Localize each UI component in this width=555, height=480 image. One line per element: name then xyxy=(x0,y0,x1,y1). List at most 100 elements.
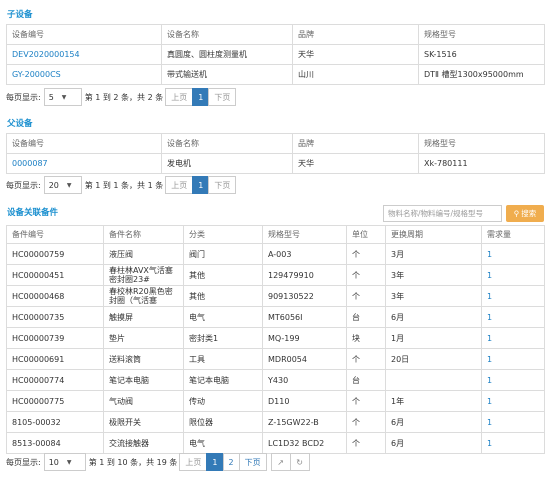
search-button[interactable]: ⚲ 搜索 xyxy=(506,205,544,222)
quantity-link[interactable]: 1 xyxy=(481,411,545,433)
cell: DTⅡ 槽型1300x95000mm xyxy=(418,64,545,85)
page-size-value: 20 xyxy=(48,180,59,190)
refresh-icon[interactable]: ↻ xyxy=(289,453,310,471)
page-1-button[interactable]: 1 xyxy=(192,176,210,194)
cell: Z-15GW22-B xyxy=(262,411,347,433)
quantity-link[interactable]: 1 xyxy=(481,432,545,454)
col-header[interactable]: 设备名称 xyxy=(161,133,293,154)
table-row[interactable]: DEV2020000154 真圆度、圆柱度测量机 天华 SK-1516 xyxy=(6,44,545,65)
cell: Y430 xyxy=(262,369,347,391)
table-row[interactable]: HC00000775 气动阀 传动 D110 个 1年 1 xyxy=(6,390,545,412)
quantity-link[interactable]: 1 xyxy=(481,348,545,370)
col-header[interactable]: 单位 xyxy=(346,225,386,244)
prev-page-button[interactable]: 上页 xyxy=(165,176,194,194)
page-1-button[interactable]: 1 xyxy=(206,453,224,471)
next-page-button[interactable]: 下页 xyxy=(238,453,267,471)
quantity-link[interactable]: 1 xyxy=(481,285,545,307)
table-row[interactable]: HC00000691 送料滚筒 工具 MDR0054 个 20日 1 xyxy=(6,348,545,370)
col-header[interactable]: 设备名称 xyxy=(161,24,293,45)
cell xyxy=(385,369,482,391)
col-header[interactable]: 设备编号 xyxy=(6,133,162,154)
device-code-link[interactable]: 0000087 xyxy=(6,153,162,174)
cell: 发电机 xyxy=(161,153,293,174)
page-size-select[interactable]: 10 ▼ xyxy=(43,453,86,471)
col-header[interactable]: 规格型号 xyxy=(262,225,347,244)
cell: HC00000739 xyxy=(6,327,104,349)
col-header[interactable]: 更换周期 xyxy=(385,225,482,244)
quantity-link[interactable]: 1 xyxy=(481,306,545,328)
export-icon[interactable]: ↗ xyxy=(270,453,291,471)
table-row[interactable]: GY-20000CS 带式输送机 山川 DTⅡ 槽型1300x95000mm xyxy=(6,64,545,85)
quantity-link[interactable]: 1 xyxy=(481,390,545,412)
cell: 传动 xyxy=(183,390,263,412)
cell: 3年 xyxy=(385,264,482,286)
page-size-value: 10 xyxy=(48,457,59,467)
cell: 天华 xyxy=(292,153,419,174)
col-header[interactable]: 规格型号 xyxy=(418,133,545,154)
quantity-link[interactable]: 1 xyxy=(481,243,545,265)
cell: 真圆度、圆柱度测量机 xyxy=(161,44,293,65)
cell: 个 xyxy=(346,285,386,307)
cell: 电气 xyxy=(183,432,263,454)
cell: 块 xyxy=(346,327,386,349)
cell: HC00000775 xyxy=(6,390,104,412)
cell: 春校林R20黑色密封圈（气活塞 xyxy=(103,285,184,307)
table-row[interactable]: 8513-00084 交流接触器 电气 LC1D32 BCD2 个 6月 1 xyxy=(6,432,545,454)
cell: 8513-00084 xyxy=(6,432,104,454)
cell: 个 xyxy=(346,348,386,370)
next-page-button[interactable]: 下页 xyxy=(208,176,237,194)
table-row[interactable]: HC00000759 液压阀 阀门 A-003 个 3月 1 xyxy=(6,243,545,265)
col-header[interactable]: 品牌 xyxy=(292,24,419,45)
table-row[interactable]: HC00000735 触摸屏 电气 MT6056I 台 6月 1 xyxy=(6,306,545,328)
quantity-link[interactable]: 1 xyxy=(481,369,545,391)
cell: 3年 xyxy=(385,285,482,307)
cell: 工具 xyxy=(183,348,263,370)
col-header[interactable]: 分类 xyxy=(183,225,263,244)
cell: 液压阀 xyxy=(103,243,184,265)
device-code-link[interactable]: DEV2020000154 xyxy=(6,44,162,65)
spare-parts-search-input[interactable]: 物料名称/物料编号/规格型号 xyxy=(383,205,502,222)
table-row[interactable]: 0000087 发电机 天华 Xk-780111 xyxy=(6,153,545,174)
cell: MDR0054 xyxy=(262,348,347,370)
prev-page-button[interactable]: 上页 xyxy=(165,88,194,106)
col-header[interactable]: 备件名称 xyxy=(103,225,184,244)
pager-info: 第 1 到 10 条，共 19 条 xyxy=(88,457,178,467)
chevron-down-icon: ▼ xyxy=(66,181,72,189)
cell: 其他 xyxy=(183,264,263,286)
device-code-link[interactable]: GY-20000CS xyxy=(6,64,162,85)
page-1-button[interactable]: 1 xyxy=(192,88,210,106)
col-header[interactable]: 备件编号 xyxy=(6,225,104,244)
col-header[interactable]: 设备编号 xyxy=(6,24,162,45)
cell: A-003 xyxy=(262,243,347,265)
col-header[interactable]: 规格型号 xyxy=(418,24,545,45)
cell: 限位器 xyxy=(183,411,263,433)
cell: Xk-780111 xyxy=(418,153,545,174)
cell: 个 xyxy=(346,432,386,454)
cell: HC00000468 xyxy=(6,285,104,307)
table-row[interactable]: HC00000468 春校林R20黑色密封圈（气活塞 其他 909130522 … xyxy=(6,285,545,307)
table-row[interactable]: HC00000739 垫片 密封类1 MQ-199 块 1月 1 xyxy=(6,327,545,349)
table-row[interactable]: 8105-00032 极限开关 限位器 Z-15GW22-B 个 6月 1 xyxy=(6,411,545,433)
prev-page-button[interactable]: 上页 xyxy=(179,453,208,471)
parts-pager: 每页显示: 10 ▼ 第 1 到 10 条，共 19 条 上页 1 2 下页 ↗ … xyxy=(6,452,310,472)
quantity-link[interactable]: 1 xyxy=(481,327,545,349)
search-button-label: 搜索 xyxy=(521,209,537,218)
page-2-button[interactable]: 2 xyxy=(222,453,240,471)
quantity-link[interactable]: 1 xyxy=(481,264,545,286)
cell: 个 xyxy=(346,243,386,265)
cell: 电气 xyxy=(183,306,263,328)
table-row[interactable]: HC00000451 春柱林AVX气活塞密封圈23# 其他 129479910 … xyxy=(6,264,545,286)
cell: 垫片 xyxy=(103,327,184,349)
col-header[interactable]: 品牌 xyxy=(292,133,419,154)
page-size-select[interactable]: 20 ▼ xyxy=(43,176,82,194)
cell: 天华 xyxy=(292,44,419,65)
cell: MT6056I xyxy=(262,306,347,328)
cell: 8105-00032 xyxy=(6,411,104,433)
cell: HC00000691 xyxy=(6,348,104,370)
cell: 6月 xyxy=(385,411,482,433)
page-size-select[interactable]: 5 ▼ xyxy=(43,88,82,106)
col-header[interactable]: 需求量 xyxy=(481,225,545,244)
page-size-value: 5 xyxy=(48,92,54,102)
next-page-button[interactable]: 下页 xyxy=(208,88,237,106)
table-row[interactable]: HC00000774 笔记本电脑 笔记本电脑 Y430 台 1 xyxy=(6,369,545,391)
